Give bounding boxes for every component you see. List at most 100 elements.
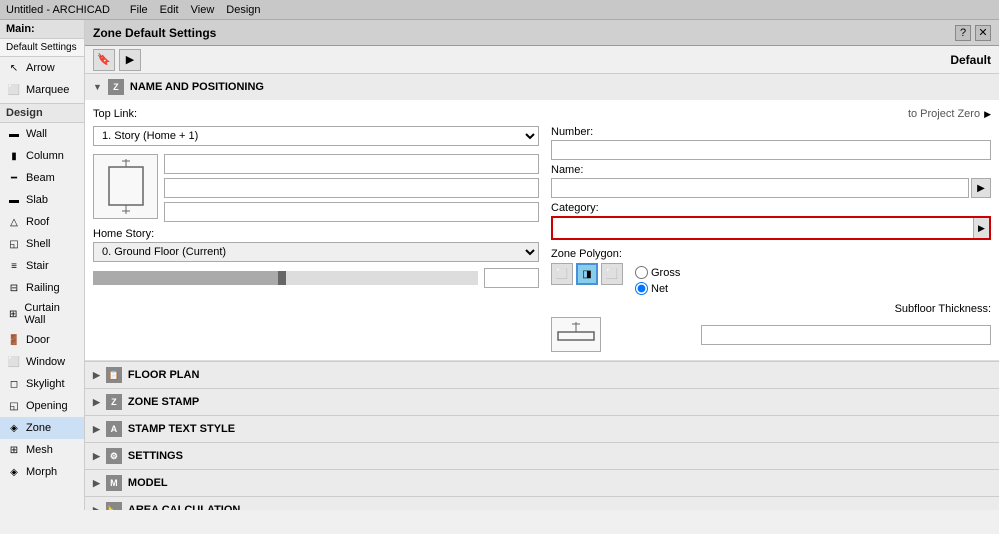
collapse-arrow: ▼	[93, 82, 102, 92]
shell-icon: ◱	[6, 236, 22, 252]
menu-design[interactable]: Design	[226, 4, 260, 16]
morph-icon: ◈	[6, 464, 22, 480]
sidebar-item-stair[interactable]: ≡ Stair	[0, 255, 84, 277]
sidebar-item-morph[interactable]: ◈ Morph	[0, 461, 84, 483]
subfloor-thickness-label: Subfloor Thickness:	[895, 303, 991, 315]
name-expand-button[interactable]: ▶	[971, 178, 991, 198]
zone-preview	[93, 154, 158, 219]
menu-view[interactable]: View	[191, 4, 215, 16]
stamp-text-style-icon: A	[106, 421, 122, 437]
category-expand-button[interactable]: ▶	[973, 218, 989, 238]
dialog-area: Zone Default Settings ? ✕ 🔖 ▶ Default	[85, 20, 999, 510]
height-slider-row: 100	[93, 268, 539, 288]
sidebar-item-zone[interactable]: ◈ Zone	[0, 417, 84, 439]
forward-button[interactable]: ▶	[119, 49, 141, 71]
area-calculation-icon: 📐	[106, 502, 122, 510]
model-icon: M	[106, 475, 122, 491]
sidebar-item-slab[interactable]: ▬ Slab	[0, 189, 84, 211]
category-input-wrapper: Generic ▶	[551, 216, 991, 240]
zone-poly-btn-1[interactable]: ⬜	[551, 263, 573, 285]
beam-icon: ━	[6, 170, 22, 186]
sidebar-item-window[interactable]: ⬜ Window	[0, 351, 84, 373]
top-link-select-row: 1. Story (Home + 1)	[93, 126, 539, 146]
menu-edit[interactable]: Edit	[160, 4, 179, 16]
bookmark-button[interactable]: 🔖	[93, 49, 115, 71]
home-story-select-row: 0. Ground Floor (Current)	[93, 242, 539, 262]
number-section: Number: 01	[551, 126, 991, 160]
sidebar-item-marquee[interactable]: ⬜ Marquee	[0, 79, 84, 101]
left-sidebar: Main: Default Settings ↖ Arrow ⬜ Marquee…	[0, 20, 85, 510]
dimension-area: -200 2700 0	[93, 154, 539, 222]
sidebar-item-opening[interactable]: ◱ Opening	[0, 395, 84, 417]
marquee-icon: ⬜	[6, 82, 22, 98]
subfloor-input[interactable]: 100	[701, 325, 991, 345]
close-button[interactable]: ✕	[975, 25, 991, 41]
net-radio-label[interactable]: Net	[635, 282, 680, 295]
menu-file[interactable]: File	[130, 4, 148, 16]
sidebar-item-skylight[interactable]: ◻ Skylight	[0, 373, 84, 395]
subfloor-section: Subfloor Thickness:	[551, 303, 991, 315]
net-radio[interactable]	[635, 282, 648, 295]
settings-header[interactable]: ▶ ⚙ SETTINGS	[85, 443, 999, 469]
name-label: Name:	[551, 164, 991, 176]
mesh-icon: ⊞	[6, 442, 22, 458]
settings-icon: ⚙	[106, 448, 122, 464]
zone-poly-btn-2[interactable]: ◨	[576, 263, 598, 285]
area-calculation-section: ▶ 📐 AREA CALCULATION	[85, 497, 999, 510]
model-label: MODEL	[128, 477, 168, 489]
name-positioning-header[interactable]: ▼ Z NAME AND POSITIONING	[85, 74, 999, 100]
sidebar-item-railing[interactable]: ⊟ Railing	[0, 277, 84, 299]
project-zero-row: to Project Zero ▶	[551, 108, 991, 120]
zone-poly-btn-3[interactable]: ⬜	[601, 263, 623, 285]
sidebar-item-mesh[interactable]: ⊞ Mesh	[0, 439, 84, 461]
window-icon: ⬜	[6, 354, 22, 370]
top-link-select[interactable]: 1. Story (Home + 1)	[93, 126, 539, 146]
zone-icon: ◈	[6, 420, 22, 436]
name-positioning-content: Top Link: 1. Story (Home + 1)	[85, 100, 999, 361]
help-button[interactable]: ?	[955, 25, 971, 41]
stamp-text-style-header[interactable]: ▶ A STAMP TEXT STYLE	[85, 416, 999, 442]
top-link-row: Top Link:	[93, 108, 539, 120]
roof-icon: △	[6, 214, 22, 230]
app-menu: File Edit View Design	[130, 4, 261, 16]
stamp-text-style-label: STAMP TEXT STYLE	[128, 423, 235, 435]
gross-radio-label[interactable]: Gross	[635, 266, 680, 279]
model-header[interactable]: ▶ M MODEL	[85, 470, 999, 496]
home-story-label: Home Story:	[93, 228, 154, 240]
dim-bottom-input[interactable]: 0	[164, 202, 539, 222]
gross-radio[interactable]	[635, 266, 648, 279]
height-slider[interactable]	[93, 271, 478, 285]
number-label: Number:	[551, 126, 991, 138]
arrow-icon: ↖	[6, 60, 22, 76]
category-input[interactable]: Generic	[553, 218, 973, 238]
sidebar-design-section: Design	[0, 103, 84, 123]
name-positioning-label: NAME AND POSITIONING	[130, 81, 264, 93]
sidebar-item-roof[interactable]: △ Roof	[0, 211, 84, 233]
height-input[interactable]: 100	[484, 268, 539, 288]
dialog-title-text: Zone Default Settings	[93, 26, 216, 40]
sidebar-item-wall[interactable]: ▬ Wall	[0, 123, 84, 145]
home-story-select[interactable]: 0. Ground Floor (Current)	[93, 242, 539, 262]
zone-stamp-section: ▶ Z ZONE STAMP	[85, 389, 999, 416]
number-input[interactable]: 01	[551, 140, 991, 160]
sidebar-item-shell[interactable]: ◱ Shell	[0, 233, 84, 255]
dim-inputs: -200 2700 0	[164, 154, 539, 222]
area-calculation-header[interactable]: ▶ 📐 AREA CALCULATION	[85, 497, 999, 510]
dialog-title-bar: Zone Default Settings ? ✕	[85, 20, 999, 46]
to-project-zero-arrow: ▶	[984, 109, 991, 120]
sidebar-item-column[interactable]: ▮ Column	[0, 145, 84, 167]
sidebar-item-curtain-wall[interactable]: ⊞ Curtain Wall	[0, 299, 84, 329]
sidebar-item-beam[interactable]: ━ Beam	[0, 167, 84, 189]
sidebar-item-door[interactable]: 🚪 Door	[0, 329, 84, 351]
dim-top-input[interactable]: -200	[164, 154, 539, 174]
name-input[interactable]: Zone	[551, 178, 969, 198]
sidebar-item-arrow[interactable]: ↖ Arrow	[0, 57, 84, 79]
name-positioning-section: ▼ Z NAME AND POSITIONING Top Link:	[85, 74, 999, 362]
area-calculation-label: AREA CALCULATION	[128, 504, 240, 510]
dim-middle-input[interactable]: 2700	[164, 178, 539, 198]
default-label: Default	[950, 53, 991, 67]
door-icon: 🚪	[6, 332, 22, 348]
floor-plan-header[interactable]: ▶ 📋 FLOOR PLAN	[85, 362, 999, 388]
zone-stamp-header[interactable]: ▶ Z ZONE STAMP	[85, 389, 999, 415]
dialog-content[interactable]: ▼ Z NAME AND POSITIONING Top Link:	[85, 74, 999, 510]
